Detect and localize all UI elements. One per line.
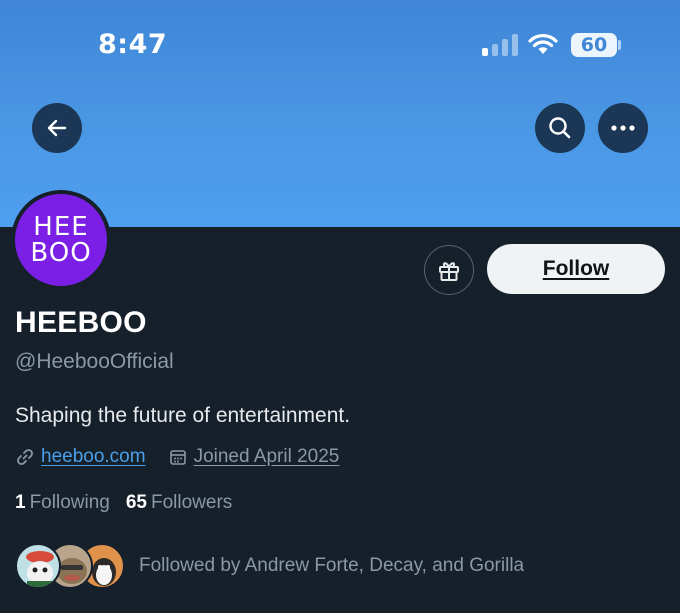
followers-count: 65	[125, 492, 147, 513]
following-label: Following	[29, 492, 110, 513]
followers-stat[interactable]: 65 Followers	[126, 492, 232, 514]
link-icon	[17, 449, 33, 465]
joined-date[interactable]: Joined April 2025	[194, 446, 340, 468]
search-button[interactable]	[535, 103, 585, 153]
follow-button[interactable]: Follow	[487, 244, 665, 294]
arrow-left-icon	[47, 119, 67, 137]
follow-stats: 1 Following 65 Followers	[15, 492, 248, 514]
display-name: HEEBOO	[15, 306, 147, 339]
followed-by-row[interactable]: Followed by Andrew Forte, Decay, and Gor…	[15, 543, 524, 589]
status-time: 8:47	[98, 29, 168, 60]
profile-handle: @HeebooOfficial	[15, 350, 174, 373]
cellular-signal-icon	[482, 34, 518, 56]
following-count: 1	[15, 492, 26, 513]
calendar-icon	[169, 450, 186, 465]
more-icon	[611, 125, 635, 131]
avatar: HEE BOO	[15, 194, 107, 286]
followed-by-text: Followed by Andrew Forte, Decay, and Gor…	[139, 555, 525, 576]
battery-indicator: 60	[571, 33, 617, 57]
gift-button[interactable]	[424, 245, 474, 295]
avatar-text-line2: BOO	[30, 238, 92, 268]
battery-tip	[618, 40, 621, 50]
more-options-button[interactable]	[598, 103, 648, 153]
gift-icon	[439, 262, 459, 281]
wifi-icon	[528, 34, 558, 54]
followers-label: Followers	[150, 492, 233, 513]
avatar-text-line1: HEE	[33, 212, 89, 242]
profile-meta-row: heeboo.com Joined April 2025	[15, 446, 339, 468]
website-link[interactable]: heeboo.com	[41, 446, 146, 468]
profile-bio: Shaping the future of entertainment.	[15, 404, 351, 427]
following-stat[interactable]: 1 Following	[15, 492, 110, 514]
search-icon	[549, 117, 571, 139]
follower-avatar	[15, 543, 61, 589]
avatar-frame[interactable]: HEE BOO	[11, 190, 111, 290]
back-button[interactable]	[32, 103, 82, 153]
